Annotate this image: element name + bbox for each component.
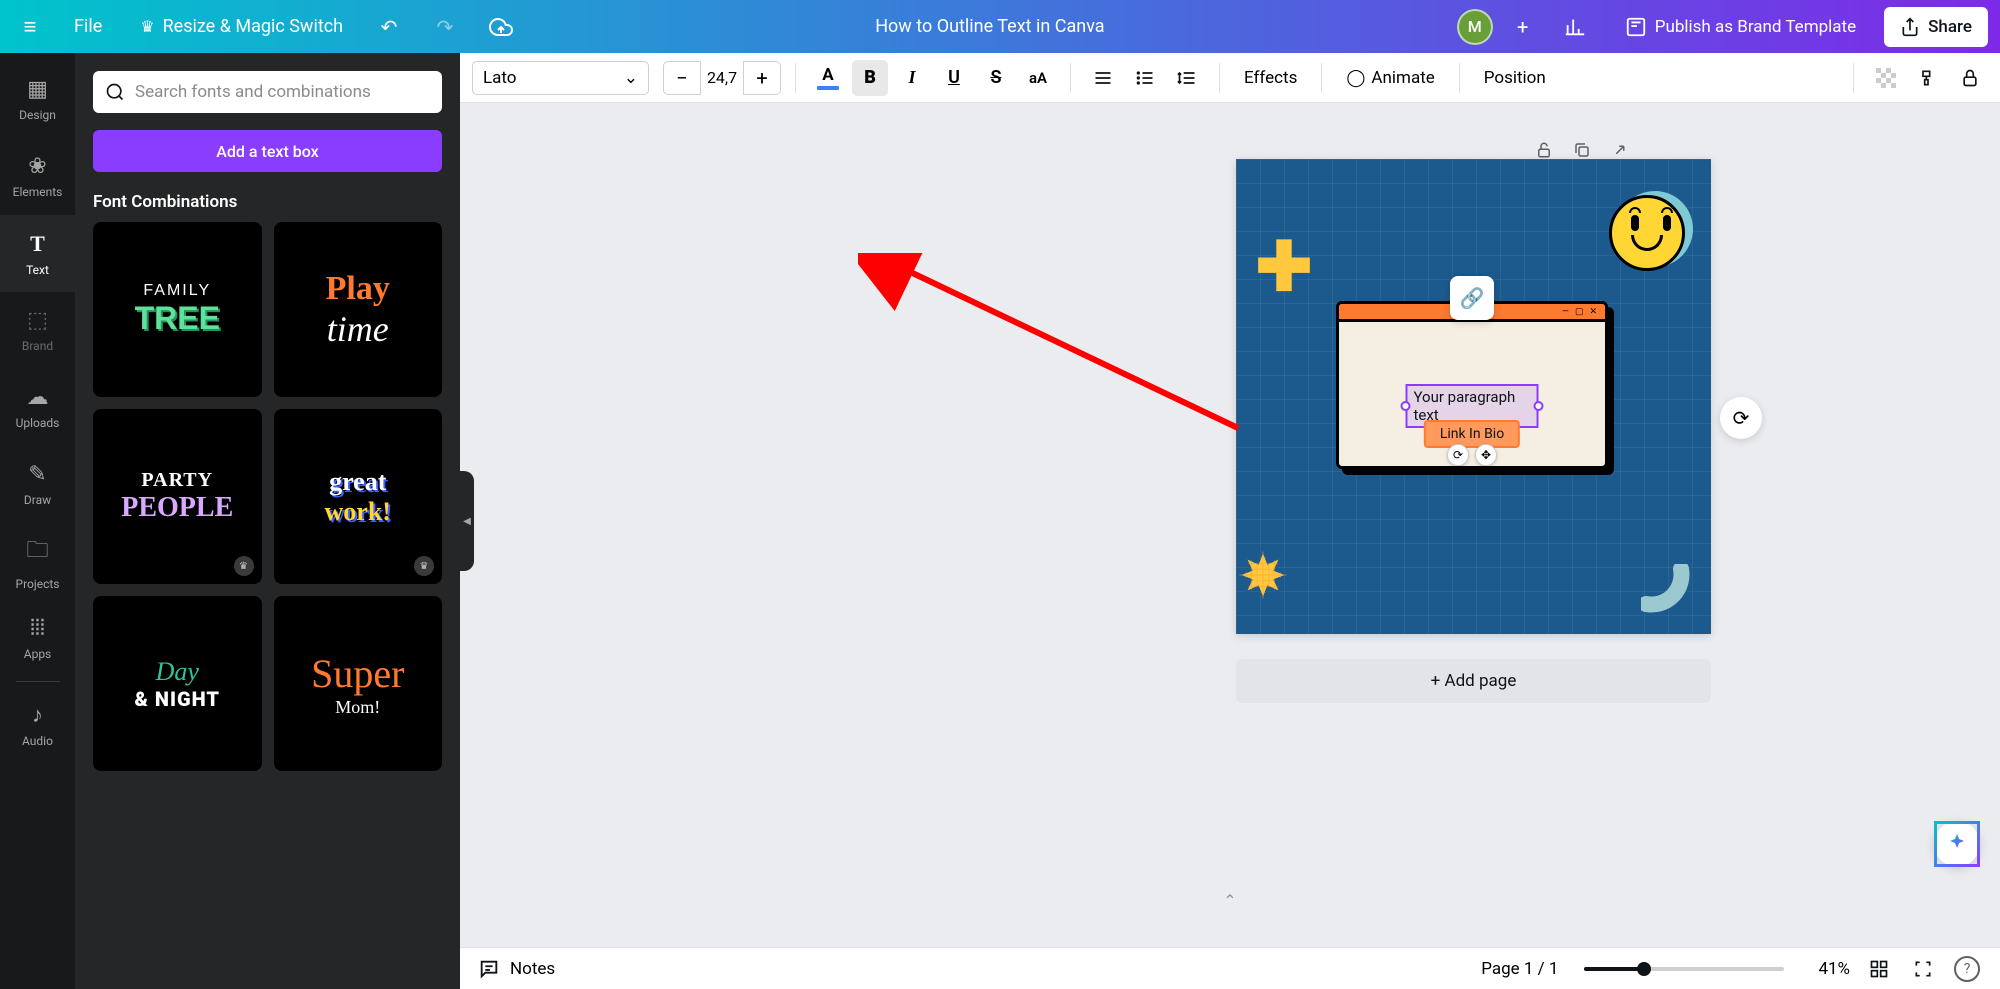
font-combo-play-time[interactable]: Play time bbox=[274, 222, 443, 397]
zoom-percentage[interactable]: 41% bbox=[1818, 959, 1850, 979]
resize-magic-switch-button[interactable]: ♛ Resize & Magic Switch bbox=[128, 8, 355, 45]
smiley-graphic[interactable] bbox=[1609, 191, 1693, 275]
annotation-arrow bbox=[858, 253, 1244, 431]
file-menu[interactable]: File bbox=[60, 8, 116, 45]
bold-button[interactable]: B bbox=[852, 60, 888, 96]
notes-button[interactable]: Notes bbox=[478, 958, 555, 980]
font-search-input[interactable] bbox=[93, 71, 442, 113]
crown-icon: ♛ bbox=[140, 17, 154, 36]
text-case-button[interactable]: aA bbox=[1020, 60, 1056, 96]
position-button[interactable]: Position bbox=[1474, 60, 1556, 96]
chevron-down-icon: ⌄ bbox=[624, 68, 638, 88]
font-size-increase-button[interactable]: + bbox=[744, 61, 780, 95]
magic-ai-button[interactable] bbox=[1934, 821, 1980, 867]
user-avatar[interactable]: M bbox=[1457, 9, 1493, 45]
help-button[interactable]: ? bbox=[1952, 954, 1982, 984]
text-toolbar: Lato ⌄ − + A B I U S aA bbox=[460, 53, 2000, 103]
left-rail: ▦Design ❀Elements TText ⬚Brand ☁Uploads … bbox=[0, 53, 75, 989]
link-button[interactable]: 🔗 bbox=[1450, 276, 1494, 320]
redo-button[interactable]: ↷ bbox=[423, 5, 467, 49]
font-combo-super-mom[interactable]: Super Mom! bbox=[274, 596, 443, 771]
font-combo-great-work[interactable]: great work! ♛ bbox=[274, 409, 443, 584]
page-lock-icon[interactable] bbox=[1533, 139, 1555, 161]
window-graphic[interactable]: —▢✕ 🔗 Your paragraph text Link In Bio ⟳ … bbox=[1336, 301, 1608, 469]
fullscreen-button[interactable] bbox=[1908, 954, 1938, 984]
strikethrough-button[interactable]: S bbox=[978, 60, 1014, 96]
copy-style-button[interactable] bbox=[1910, 60, 1946, 96]
search-field[interactable] bbox=[135, 82, 430, 102]
add-collaborator-button[interactable]: + bbox=[1505, 9, 1541, 45]
expand-page-button[interactable] bbox=[1609, 139, 1631, 161]
rail-audio[interactable]: ♪Audio bbox=[0, 686, 75, 763]
underline-button[interactable]: U bbox=[936, 60, 972, 96]
publish-brand-template-button[interactable]: Publish as Brand Template bbox=[1609, 7, 1872, 47]
rail-projects[interactable]: 🗀Projects bbox=[0, 523, 75, 600]
burst-graphic[interactable] bbox=[1234, 546, 1292, 604]
lock-button[interactable] bbox=[1952, 60, 1988, 96]
publish-label: Publish as Brand Template bbox=[1655, 17, 1856, 37]
premium-badge-icon: ♛ bbox=[414, 556, 434, 576]
list-button[interactable] bbox=[1127, 60, 1163, 96]
analytics-button[interactable] bbox=[1553, 5, 1597, 49]
design-canvas[interactable]: ✚ —▢✕ 🔗 Your paragraph text Link In Bi bbox=[1236, 159, 1711, 634]
italic-button[interactable]: I bbox=[894, 60, 930, 96]
share-label: Share bbox=[1928, 17, 1972, 37]
grid-view-button[interactable] bbox=[1864, 954, 1894, 984]
document-title[interactable]: How to Outline Text in Canva bbox=[535, 16, 1445, 37]
rail-draw[interactable]: ✎Draw bbox=[0, 446, 75, 523]
zoom-slider[interactable] bbox=[1584, 967, 1784, 971]
font-combo-party-people[interactable]: PARTY PEOPLE ♛ bbox=[93, 409, 262, 584]
rail-brand[interactable]: ⬚Brand bbox=[0, 292, 75, 369]
animate-button[interactable]: ◯ Animate bbox=[1336, 60, 1444, 96]
collapse-footer-button[interactable]: ⌃ bbox=[1200, 895, 1260, 905]
font-combo-family-tree[interactable]: FAMILY TREE bbox=[93, 222, 262, 397]
rail-elements[interactable]: ❀Elements bbox=[0, 138, 75, 215]
effects-button[interactable]: Effects bbox=[1234, 60, 1307, 96]
resize-handle-right[interactable] bbox=[1534, 401, 1544, 411]
font-size-input[interactable] bbox=[700, 61, 744, 95]
font-combo-day-night[interactable]: Day & NIGHT bbox=[93, 596, 262, 771]
rail-uploads[interactable]: ☁Uploads bbox=[0, 369, 75, 446]
spacing-button[interactable] bbox=[1169, 60, 1205, 96]
move-handle[interactable]: ✥ bbox=[1475, 444, 1497, 466]
plus-graphic[interactable]: ✚ bbox=[1254, 237, 1314, 297]
text-panel: Add a text box Font Combinations FAMILY … bbox=[75, 53, 460, 989]
premium-badge-icon: ♛ bbox=[234, 556, 254, 576]
rail-text[interactable]: TText bbox=[0, 215, 75, 292]
hamburger-menu-button[interactable]: ≡ bbox=[12, 9, 48, 45]
add-page-button[interactable]: + Add page bbox=[1236, 659, 1711, 703]
font-size-decrease-button[interactable]: − bbox=[664, 61, 700, 95]
add-text-box-button[interactable]: Add a text box bbox=[93, 130, 442, 172]
arc-graphic[interactable] bbox=[1641, 564, 1711, 634]
regenerate-button[interactable]: ⟳ bbox=[1720, 397, 1762, 439]
font-combinations-heading: Font Combinations bbox=[93, 192, 442, 212]
share-button[interactable]: Share bbox=[1884, 7, 1988, 47]
resize-label: Resize & Magic Switch bbox=[163, 16, 343, 37]
text-color-button[interactable]: A bbox=[810, 60, 846, 96]
font-family-select[interactable]: Lato ⌄ bbox=[472, 61, 649, 95]
duplicate-page-button[interactable] bbox=[1571, 139, 1593, 161]
text-align-button[interactable] bbox=[1085, 60, 1121, 96]
animate-icon: ◯ bbox=[1346, 68, 1365, 88]
undo-button[interactable]: ↶ bbox=[367, 5, 411, 49]
resize-handle-left[interactable] bbox=[1401, 401, 1411, 411]
rotate-handle[interactable]: ⟳ bbox=[1447, 444, 1469, 466]
rail-apps[interactable]: ⦙⦙⦙Apps bbox=[0, 600, 75, 677]
page-indicator: Page 1 / 1 bbox=[1481, 959, 1558, 979]
cloud-sync-icon[interactable] bbox=[479, 5, 523, 49]
rail-design[interactable]: ▦Design bbox=[0, 61, 75, 138]
transparency-button[interactable] bbox=[1868, 60, 1904, 96]
